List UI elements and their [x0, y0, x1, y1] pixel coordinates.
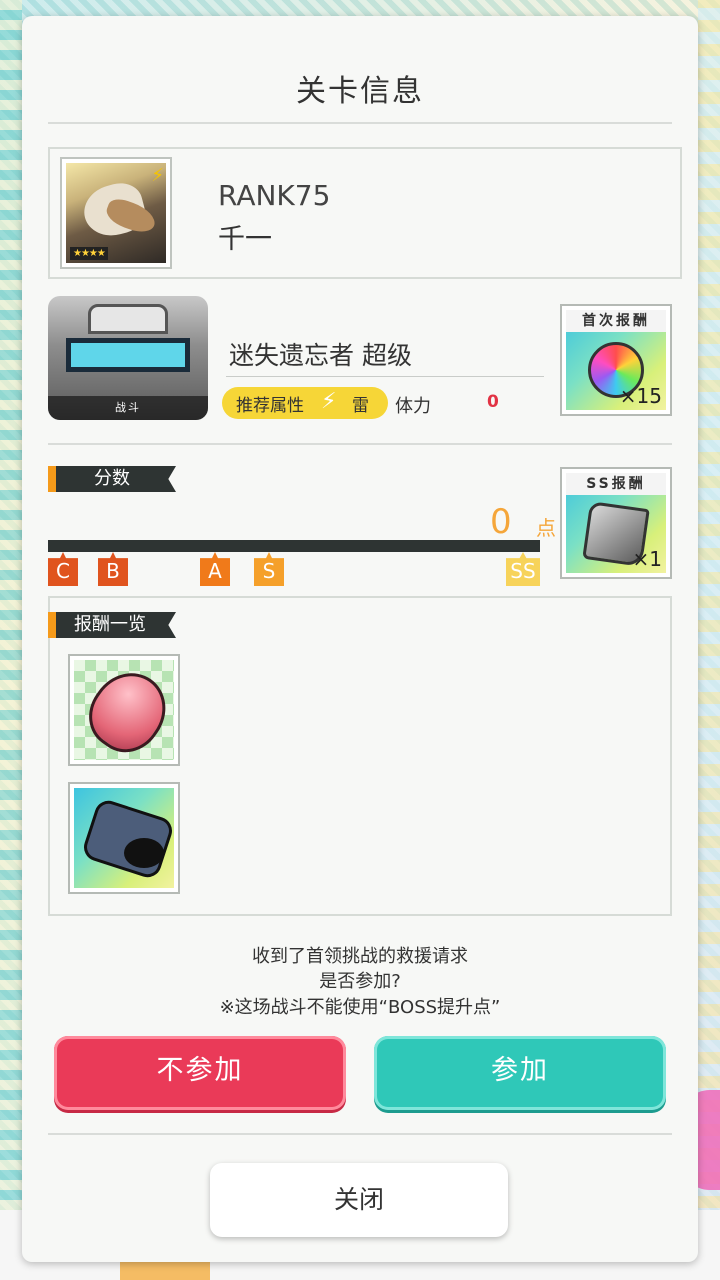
ss-reward-title: SS报酬 [566, 473, 666, 495]
recommended-element: 雷 [352, 396, 369, 416]
background-right-strip [698, 0, 720, 1280]
player-name: 千一 [218, 224, 272, 255]
helper-player-card[interactable]: ⚡ ★★★★ RANK75 千一 [48, 147, 682, 279]
divider [48, 122, 672, 124]
lightning-icon: ⚡ [321, 389, 337, 414]
stage-name: 迷失遗忘者 超级 [229, 341, 412, 370]
join-button[interactable]: 参加 [374, 1036, 666, 1110]
gadget-icon [80, 797, 174, 881]
first-reward-count: ×15 [619, 384, 662, 408]
grade-marker-c: C [48, 552, 78, 586]
stamina-value: 0 [487, 392, 499, 412]
lightning-icon: ⚡ [151, 165, 164, 186]
prompt-line-3: ※这场战斗不能使用“BOSS提升点” [219, 997, 501, 1018]
avatar-image: ⚡ ★★★★ [66, 163, 166, 263]
score-progress-bar [48, 540, 540, 552]
recommended-attribute-badge: 推荐属性 ⚡ 雷 [222, 387, 388, 419]
prompt-line-2: 是否参加? [319, 971, 401, 992]
reward-item[interactable] [68, 654, 180, 766]
grade-marker-b: B [98, 552, 128, 586]
score-unit: 点 [536, 516, 556, 540]
reward-item[interactable] [68, 782, 180, 894]
dialog-title: 关卡信息 [296, 74, 424, 109]
first-clear-reward[interactable]: 首次报酬 ×15 [560, 304, 672, 416]
first-reward-title: 首次报酬 [566, 310, 666, 332]
pink-egg-icon [75, 660, 174, 760]
close-button[interactable]: 关闭 [210, 1163, 508, 1237]
stage-thumb-tag: 战斗 [48, 396, 208, 420]
prompt-line-1: 收到了首领挑战的救援请求 [252, 946, 468, 967]
player-rank: RANK75 [218, 179, 331, 212]
stage-thumbnail: 战斗 [48, 296, 208, 420]
background-left-strip [0, 0, 22, 1280]
player-avatar[interactable]: ⚡ ★★★★ [60, 157, 172, 269]
divider [48, 443, 672, 445]
ss-reward-count: ×1 [632, 547, 662, 571]
star-rating: ★★★★ [70, 247, 108, 260]
stamina-label: 体力 [395, 396, 431, 417]
grade-marker-s: S [254, 552, 284, 586]
reward-list-panel: 报酬一览 [48, 596, 672, 916]
grade-marker-ss: SS [506, 552, 540, 586]
divider [48, 1133, 672, 1135]
score-value: 0 [490, 502, 512, 542]
stage-name-underline [226, 376, 544, 377]
decline-button[interactable]: 不参加 [54, 1036, 346, 1110]
recommended-attribute-label: 推荐属性 [236, 396, 304, 416]
ss-reward[interactable]: SS报酬 ×1 [560, 467, 672, 579]
score-section-label: 分数 [48, 466, 176, 492]
grade-marker-a: A [200, 552, 230, 586]
stage-info-dialog: 关卡信息 ⚡ ★★★★ RANK75 千一 战斗 迷失遗忘者 超级 推荐属性 ⚡… [22, 16, 698, 1262]
reward-list-label: 报酬一览 [48, 612, 176, 638]
